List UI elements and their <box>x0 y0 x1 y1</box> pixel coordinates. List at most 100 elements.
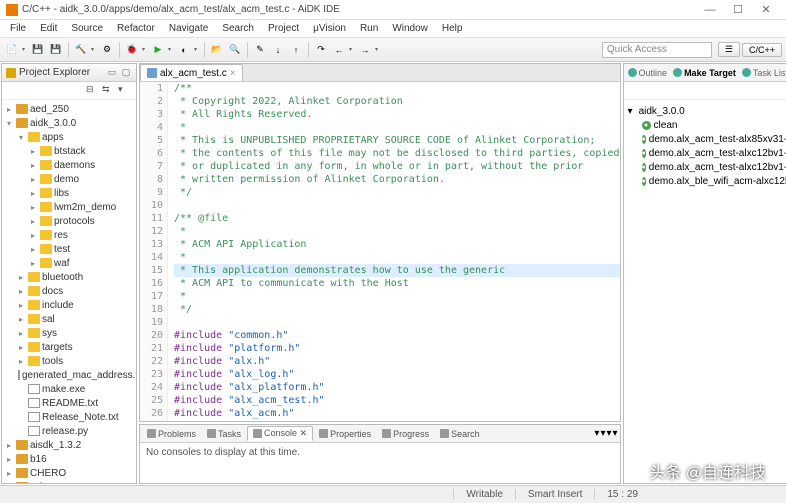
right-tab-outline[interactable]: Outline <box>628 68 668 78</box>
maximize-button[interactable]: ☐ <box>724 3 752 16</box>
collapse-all-button[interactable]: ⊟ <box>86 84 100 98</box>
tree-item[interactable]: ▸targets <box>4 340 134 354</box>
quick-access-input[interactable]: Quick Access <box>602 42 712 58</box>
open-perspective-button[interactable]: ☰ <box>718 42 740 57</box>
tree-item[interactable]: ▸libs <box>4 186 134 200</box>
tree-item[interactable]: ▸demo <box>4 172 134 186</box>
menu-navigate[interactable]: Navigate <box>163 22 214 35</box>
bottom-tab-progress[interactable]: Progress <box>377 428 434 440</box>
make-target-list[interactable]: ▾aidk_3.0.0●clean●demo.alx_acm_test-alx8… <box>624 100 786 483</box>
close-tab-icon[interactable]: × <box>230 68 236 79</box>
tree-item[interactable]: ▸test <box>4 242 134 256</box>
menu-run[interactable]: Run <box>354 22 384 35</box>
menubar: FileEditSourceRefactorNavigateSearchProj… <box>0 20 786 38</box>
profile-button[interactable]: ◐ <box>176 42 192 58</box>
back-button[interactable]: ← <box>331 42 347 58</box>
menu-refactor[interactable]: Refactor <box>111 22 161 35</box>
bottom-pane: ProblemsTasksConsole ✕PropertiesProgress… <box>139 424 621 484</box>
run-button[interactable]: ▶ <box>150 42 166 58</box>
tree-item[interactable]: release.py <box>4 424 134 438</box>
forward-button[interactable]: → <box>357 42 373 58</box>
tree-item[interactable]: ▾aidk_3.0.0 <box>4 116 134 130</box>
menu-help[interactable]: Help <box>436 22 469 35</box>
close-button[interactable]: ✕ <box>752 3 780 16</box>
step-button[interactable]: ↷ <box>313 42 329 58</box>
console-body: No consoles to display at this time. <box>140 443 620 483</box>
bottom-tab-tasks[interactable]: Tasks <box>202 428 246 440</box>
tree-item[interactable]: ▸sys <box>4 326 134 340</box>
tree-item[interactable]: ▸btstack <box>4 144 134 158</box>
minimize-view-button[interactable]: ▭ <box>106 67 118 79</box>
minimize-button[interactable]: — <box>696 4 724 16</box>
editor-tab-label: alx_acm_test.c <box>160 68 227 79</box>
bottom-tab-problems[interactable]: Problems <box>142 428 201 440</box>
build-button[interactable]: 🔨 <box>73 42 89 58</box>
tree-item[interactable]: ▸protocols <box>4 214 134 228</box>
debug-button[interactable]: 🐞 <box>124 42 140 58</box>
tree-item[interactable]: README.txt <box>4 396 134 410</box>
link-editor-button[interactable]: ⇆ <box>102 84 116 98</box>
tree-item[interactable]: ▸docs <box>4 284 134 298</box>
save-button[interactable]: 💾 <box>30 42 46 58</box>
make-target-item[interactable]: ●clean <box>628 118 786 132</box>
tree-item[interactable]: ▸daemons <box>4 158 134 172</box>
max-icon[interactable]: ▾ <box>613 428 618 439</box>
status-insert: Smart Insert <box>515 489 594 500</box>
min-icon[interactable]: ▾ <box>606 428 611 439</box>
make-root[interactable]: ▾aidk_3.0.0 <box>628 104 786 118</box>
tree-item[interactable]: ▸lwm2m_demo <box>4 200 134 214</box>
build-all-button[interactable]: ⚙ <box>99 42 115 58</box>
tree-item[interactable]: ▾apps <box>4 130 134 144</box>
tree-item[interactable]: ▸mfg_test <box>4 480 134 483</box>
bottom-tab-search[interactable]: Search <box>435 428 485 440</box>
tree-item[interactable]: ▸include <box>4 298 134 312</box>
tree-item[interactable]: make.exe <box>4 382 134 396</box>
folder-icon <box>6 68 16 78</box>
editor-tab[interactable]: alx_acm_test.c × <box>140 64 243 81</box>
perspective-cpp[interactable]: C/C++ <box>742 43 782 57</box>
prev-annotation-button[interactable]: ↑ <box>288 42 304 58</box>
center-area: alx_acm_test.c × 12345678910111213141516… <box>138 62 622 485</box>
tree-item[interactable]: Release_Note.txt <box>4 410 134 424</box>
view-menu-button[interactable]: ▾ <box>118 84 132 98</box>
menu-project[interactable]: Project <box>262 22 305 35</box>
tree-item[interactable]: ▸waf <box>4 256 134 270</box>
tree-item[interactable]: ▸aed_250 <box>4 102 134 116</box>
tree-item[interactable]: ▸aisdk_1.3.2 <box>4 438 134 452</box>
tree-item[interactable]: ▸CHERO <box>4 466 134 480</box>
bottom-tab-console[interactable]: Console ✕ <box>247 426 313 441</box>
workspace: Project Explorer ▭ ▢ ⊟ ⇆ ▾ ▸aed_250▾aidk… <box>0 62 786 485</box>
open-type-button[interactable]: 📂 <box>209 42 225 58</box>
make-target-item[interactable]: ●demo.alx_acm_test-alx85xv31-FreeRTOS-Lw… <box>628 132 786 146</box>
project-tree[interactable]: ▸aed_250▾aidk_3.0.0▾apps▸btstack▸daemons… <box>2 100 136 483</box>
bottom-tab-properties[interactable]: Properties <box>314 428 376 440</box>
save-all-button[interactable]: 💾 <box>48 42 64 58</box>
new-button[interactable]: 📄 <box>4 42 20 58</box>
code-editor[interactable]: 1234567891011121314151617181920212223242… <box>140 82 620 421</box>
menu-search[interactable]: Search <box>216 22 260 35</box>
tree-item[interactable]: ▸sal <box>4 312 134 326</box>
make-target-item[interactable]: ●demo.alx_acm_test-alxc12bv1-FreeRTOS-Lw… <box>628 160 786 174</box>
toggle-mark-button[interactable]: ✎ <box>252 42 268 58</box>
menu-file[interactable]: File <box>4 22 32 35</box>
search-button[interactable]: 🔍 <box>227 42 243 58</box>
menu-edit[interactable]: Edit <box>34 22 63 35</box>
titlebar: C/C++ - aidk_3.0.0/apps/demo/alx_acm_tes… <box>0 0 786 20</box>
right-tab-make-target[interactable]: Make Target <box>673 68 736 78</box>
maximize-view-button[interactable]: ▢ <box>120 67 132 79</box>
tree-item[interactable]: ▸res <box>4 228 134 242</box>
tree-item[interactable]: ▸bluetooth <box>4 270 134 284</box>
right-tab-task-list[interactable]: Task List <box>742 68 786 78</box>
menu-window[interactable]: Window <box>386 22 434 35</box>
tree-item[interactable]: ▸b16 <box>4 452 134 466</box>
down-icon[interactable]: ▾ <box>600 428 605 439</box>
menu-μvision[interactable]: μVision <box>307 22 352 35</box>
main-toolbar: 📄▾ 💾 💾 🔨▾ ⚙ 🐞▾ ▶▾ ◐▾ 📂 🔍 ✎ ↓ ↑ ↷ ←▾ →▾ Q… <box>0 38 786 62</box>
tree-item[interactable]: generated_mac_address.txt <box>4 368 134 382</box>
next-annotation-button[interactable]: ↓ <box>270 42 286 58</box>
tree-item[interactable]: ▸tools <box>4 354 134 368</box>
menu-source[interactable]: Source <box>65 22 109 35</box>
make-target-item[interactable]: ●demo.alx_ble_wifi_acm-alxc12bv1-FreeRTO… <box>628 174 786 188</box>
make-target-item[interactable]: ●demo.alx_acm_test-alxc12bv1-FreeRTOS-Lw… <box>628 146 786 160</box>
pin-icon[interactable]: ▾ <box>594 428 599 439</box>
